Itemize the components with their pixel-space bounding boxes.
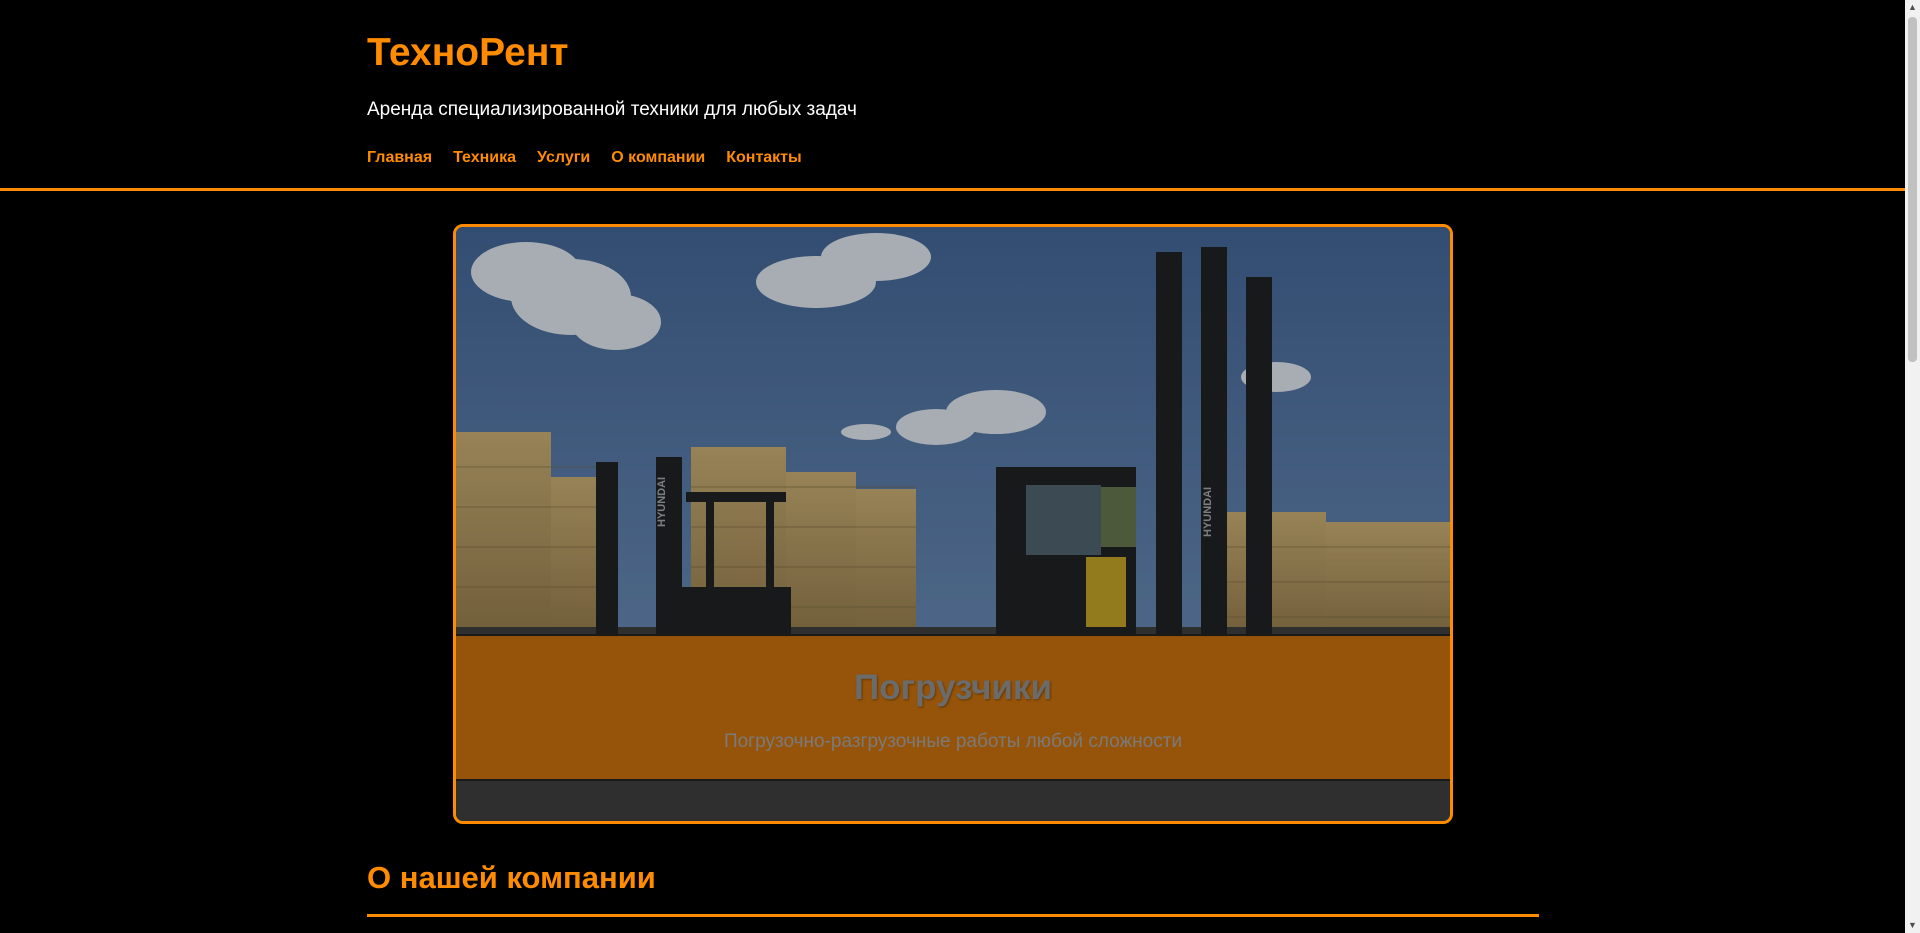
section-divider — [367, 914, 1539, 917]
scroll-up-arrow-icon[interactable]: ▲ — [1905, 0, 1920, 15]
nav-link-contacts[interactable]: Контакты — [726, 148, 801, 168]
main-nav: Главная Техника Услуги О компании Контак… — [367, 148, 802, 168]
site-tagline: Аренда специализированной техники для лю… — [367, 99, 857, 120]
page: ТехноРент Аренда специализированной техн… — [0, 0, 1920, 933]
hero-caption: Погрузчики Погрузочно-разгрузочные работ… — [456, 634, 1450, 781]
site-title[interactable]: ТехноРент — [367, 28, 569, 78]
section-title-about: О нашей компании — [367, 860, 656, 895]
site-header: ТехноРент Аренда специализированной техн… — [0, 0, 1905, 191]
scroll-down-arrow-icon[interactable]: ▼ — [1905, 918, 1920, 933]
hero-title: Погрузчики — [854, 668, 1052, 707]
scrollbar-thumb[interactable] — [1908, 17, 1917, 362]
hero-subtitle: Погрузочно-разгрузочные работы любой сло… — [723, 731, 1183, 752]
nav-link-home[interactable]: Главная — [367, 148, 432, 168]
nav-link-services[interactable]: Услуги — [537, 148, 590, 168]
hero-slide[interactable]: HYUNDAI HYUNDAI Погрузчики Погрузочно-ра… — [453, 224, 1453, 824]
nav-link-about[interactable]: О компании — [611, 148, 705, 168]
page-scrollbar[interactable]: ▲ ▼ — [1905, 0, 1920, 933]
nav-link-equipment[interactable]: Техника — [453, 148, 516, 168]
